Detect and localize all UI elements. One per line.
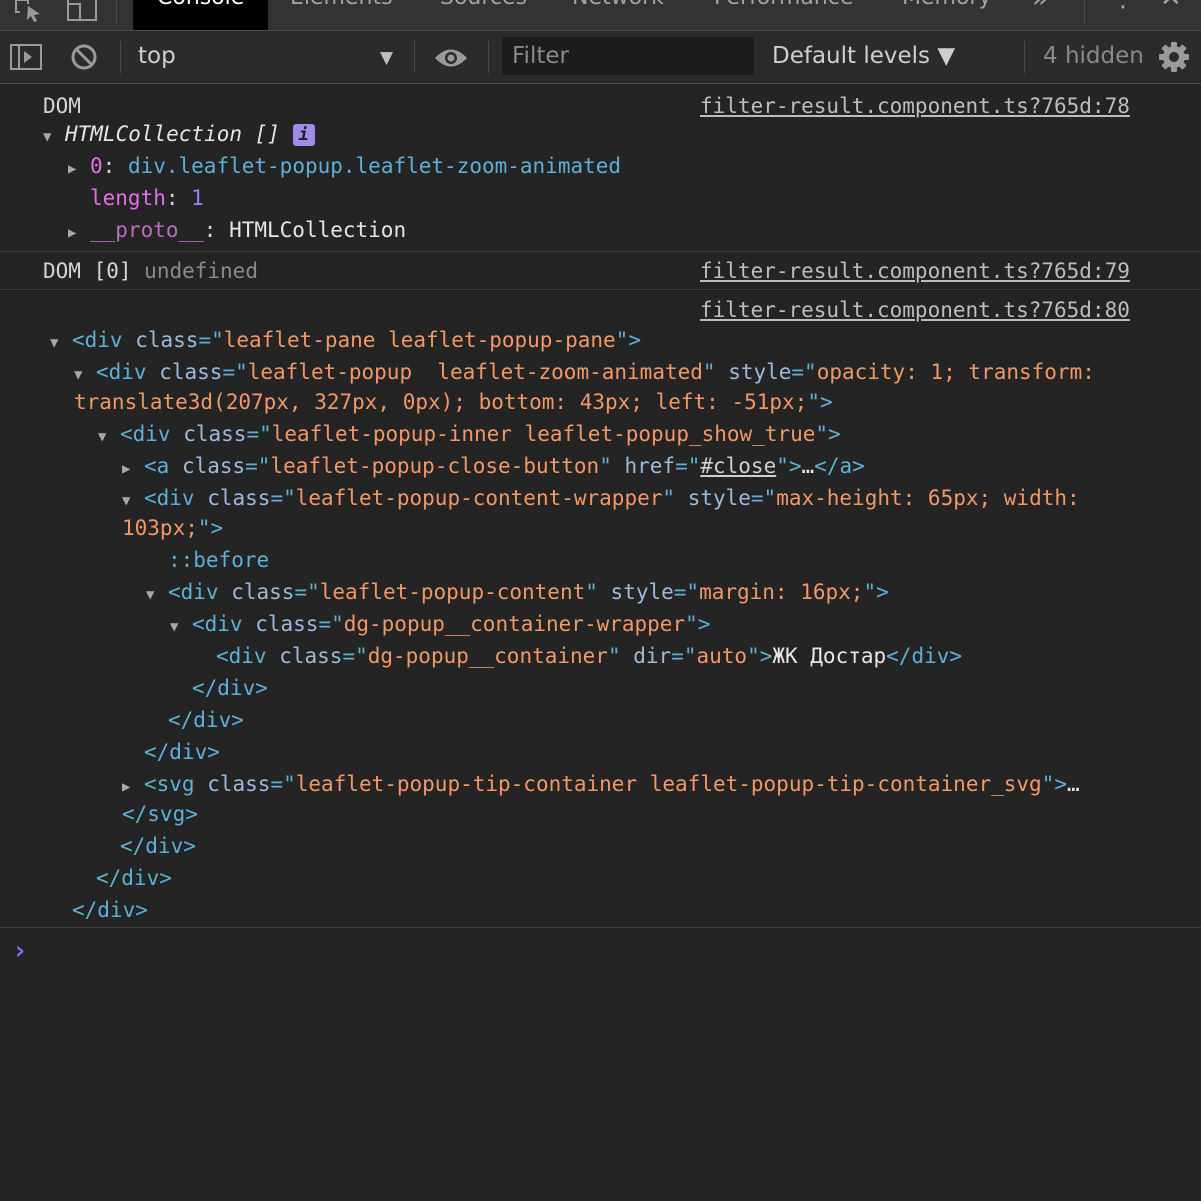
dom-node-row[interactable]: ▼ <div class="leaflet-popup-content" styl… [146, 576, 889, 608]
console-message: filter-result.component.ts?765d:80 ▼ <div… [0, 290, 1201, 928]
log-levels-dropdown[interactable]: Default levels ▼ [772, 43, 955, 69]
closing-tag: </div> [120, 834, 196, 858]
console-message: DOM filter-result.component.ts?765d:78 ▼… [0, 84, 1201, 252]
tab-network[interactable]: Network [572, 0, 664, 30]
toolbar-separator [120, 41, 121, 73]
close-devtools-button[interactable]: ✕ [1160, 0, 1182, 30]
expanded-triangle-icon[interactable]: ▼ [170, 611, 192, 643]
dom-node-row[interactable]: ▶ <svg class="leaflet-popup-tip-container… [122, 768, 1080, 800]
tab-sources[interactable]: Sources [440, 0, 527, 30]
collection-item-row[interactable]: ▶ 0: div.leaflet-popup.leaflet-zoom-anima… [68, 150, 621, 182]
source-link[interactable]: filter-result.component.ts?765d:79 [700, 255, 1130, 287]
clear-console-icon[interactable] [70, 43, 98, 73]
tab-performance[interactable]: Performance [714, 0, 853, 30]
collapsed-triangle-icon[interactable]: ▶ [68, 217, 90, 249]
inspect-element-icon[interactable] [14, 0, 44, 30]
collapsed-triangle-icon[interactable]: ▶ [68, 153, 90, 185]
tab-console[interactable]: Console [133, 0, 269, 30]
console-message: DOM [0] undefined filter-result.componen… [0, 252, 1201, 290]
toolbar-separator [488, 41, 489, 73]
dom-node-row-wrap: translate3d(207px, 327px, 0px); bottom: … [74, 390, 833, 414]
collection-row[interactable]: ▼ HTMLCollection [] i [43, 118, 315, 150]
device-toolbar-icon[interactable] [66, 0, 98, 30]
toolbar-separator [1024, 41, 1025, 73]
context-dropdown-icon[interactable]: ▼ [380, 48, 393, 68]
dom-node-row[interactable]: ▼ <div class="leaflet-popup leaflet-zoom-… [74, 356, 1095, 388]
console-toolbar: top ▼ Default levels ▼ 4 hidden [0, 31, 1201, 84]
pseudo-element-row[interactable]: ::before [168, 544, 269, 576]
filter-input[interactable] [502, 37, 754, 75]
log-label: DOM [0] undefined [43, 259, 258, 283]
closing-tag: </div> [96, 866, 172, 890]
info-icon[interactable]: i [292, 124, 315, 146]
expanded-triangle-icon[interactable]: ▼ [146, 579, 168, 611]
dom-node-row[interactable]: ▼ <div class="leaflet-popup-inner leaflet… [98, 418, 841, 450]
closing-tag: </svg> [122, 802, 198, 826]
dom-node-row-wrap: 103px;"> [122, 516, 224, 540]
dom-node-row[interactable]: ▶ <a class="leaflet-popup-close-button" h… [122, 450, 865, 482]
context-selector[interactable]: top [138, 43, 176, 69]
console-prompt-icon[interactable]: › [12, 936, 28, 966]
tab-memory[interactable]: Memory [902, 0, 991, 30]
customize-menu-button[interactable]: ⋮ [1110, 0, 1136, 30]
length-row: length: 1 [90, 186, 204, 210]
devtools-tabbar: Console Elements Sources Network Perform… [0, 0, 1201, 31]
source-link[interactable]: filter-result.component.ts?765d:80 [700, 294, 1130, 326]
closing-tag: </div> [192, 676, 268, 700]
expanded-triangle-icon[interactable]: ▼ [43, 121, 65, 153]
dom-node-row[interactable]: ▼ <div class="leaflet-popup-content-wrapp… [122, 482, 1080, 514]
expanded-triangle-icon[interactable]: ▼ [50, 327, 72, 359]
href-link[interactable]: #close [700, 454, 776, 478]
collapsed-triangle-icon[interactable]: ▶ [122, 453, 144, 485]
closing-tag: </div> [168, 708, 244, 732]
show-sidebar-icon[interactable] [10, 43, 42, 73]
dom-node-row[interactable]: ▼ <div class="leaflet-pane leaflet-popup-… [50, 324, 641, 356]
dom-node-row[interactable]: ▼ <div class="dg-popup__container-wrapper… [170, 608, 710, 640]
tab-elements[interactable]: Elements [290, 0, 393, 30]
tabbar-separator [1084, 0, 1085, 24]
closing-tag: </div> [144, 740, 220, 764]
hidden-count: 4 hidden [1043, 43, 1144, 69]
proto-row[interactable]: ▶ __proto__: HTMLCollection [68, 214, 406, 246]
expanded-triangle-icon[interactable]: ▼ [98, 421, 120, 453]
source-link[interactable]: filter-result.component.ts?765d:78 [700, 90, 1130, 122]
gear-icon[interactable] [1158, 41, 1190, 72]
toolbar-separator [414, 41, 415, 73]
tabbar-separator [116, 0, 117, 24]
eye-icon[interactable] [434, 47, 468, 77]
dom-node-row[interactable]: <div class="dg-popup__container" dir="au… [216, 640, 962, 672]
closing-tag: </div> [72, 898, 148, 922]
more-tabs-button[interactable]: » [1032, 0, 1049, 30]
